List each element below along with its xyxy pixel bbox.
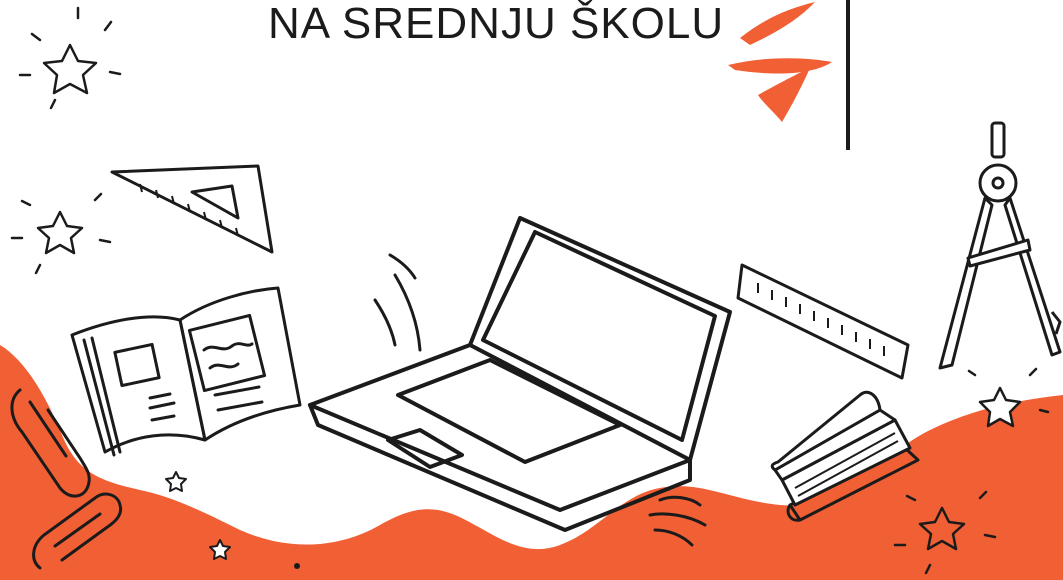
dot <box>294 563 300 569</box>
ruler-icon <box>736 263 910 380</box>
page-title: NA SREDNJU ŠKOLU <box>268 0 725 48</box>
vertical-divider <box>846 0 850 150</box>
splash-accent-icon <box>728 2 832 122</box>
open-book-icon <box>70 286 302 457</box>
illustration-layer <box>0 2 1063 580</box>
sparkle-star-icon <box>165 471 187 492</box>
hero-banner: NA SREDNJU ŠKOLU <box>0 0 1063 580</box>
sparkle-star-icon <box>10 192 112 275</box>
set-square-icon <box>110 164 274 254</box>
compass-icon <box>938 121 1062 370</box>
sparkle-star-icon <box>18 6 122 110</box>
